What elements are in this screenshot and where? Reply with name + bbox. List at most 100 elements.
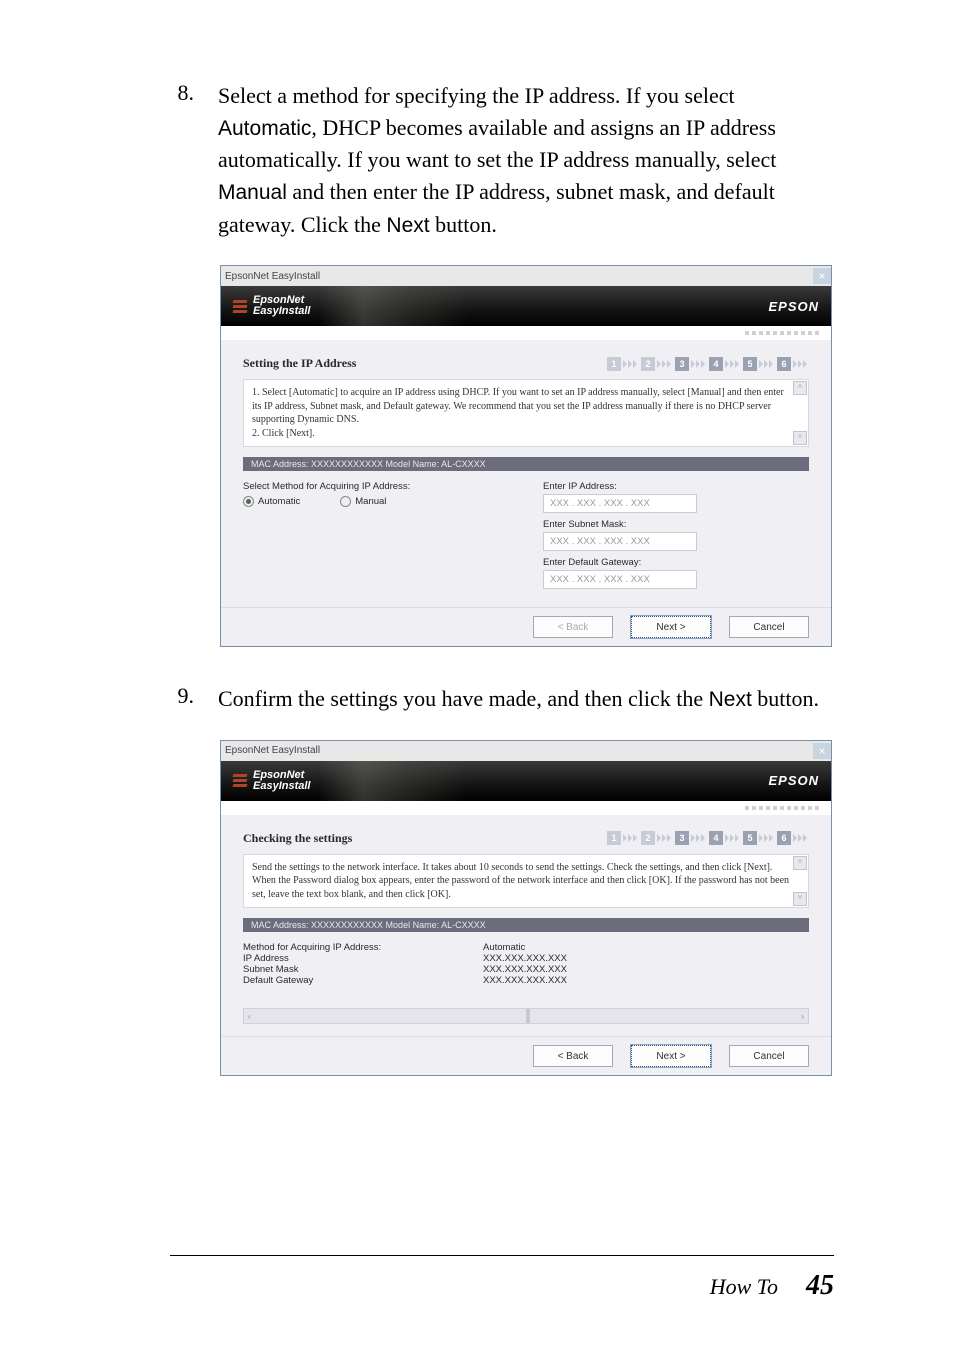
scroll-right-icon[interactable]: ›: [801, 1012, 804, 1021]
dialog2-titlebar: EpsonNet EasyInstall ×: [221, 741, 831, 761]
summary-row: Method for Acquiring IP Address:Automati…: [243, 942, 809, 953]
footer-section: How To: [710, 1274, 778, 1300]
page-footer: How To 45: [710, 1270, 834, 1302]
step-indicator-2: 2: [641, 357, 655, 371]
step-indicator-6: 6: [777, 831, 791, 845]
summary-key: IP Address: [243, 953, 483, 964]
mac-model-bar: MAC Address: XXXXXXXXXXXX Model Name: AL…: [243, 457, 809, 471]
step-strip: 123456: [607, 831, 809, 845]
next-button[interactable]: Next >: [631, 1045, 711, 1067]
back-button-label: < Back: [558, 1051, 589, 1062]
dialog2-instructions: Send the settings to the network interfa…: [252, 861, 790, 902]
brand-label: EPSON: [768, 773, 819, 788]
radio-manual-icon: [340, 496, 351, 507]
footer-divider: [170, 1255, 834, 1256]
chevron-right-icon: [759, 834, 773, 842]
dots-divider: [221, 801, 831, 815]
dialog1-titlebar: EpsonNet EasyInstall ×: [221, 266, 831, 286]
epsonnet-logo-icon: [233, 774, 247, 787]
cancel-button[interactable]: Cancel: [729, 616, 809, 638]
scroll-left-icon[interactable]: ‹: [248, 1012, 251, 1021]
acquire-method-label: Select Method for Acquiring IP Address:: [243, 481, 503, 492]
scroll-up-icon[interactable]: ˄: [793, 856, 807, 870]
ip-field-label-0: Enter IP Address:: [543, 481, 809, 492]
banner-line1: EpsonNet: [253, 770, 310, 781]
brand-label: EPSON: [768, 299, 819, 314]
dialog1-title: EpsonNet EasyInstall: [225, 271, 320, 282]
epsonnet-logo-icon: [233, 300, 247, 313]
step-indicator-1: 1: [607, 357, 621, 371]
ip-field-input-0[interactable]: XXX . XXX . XXX . XXX: [543, 494, 697, 513]
scroll-down-icon[interactable]: ˅: [793, 892, 807, 906]
scroll-up-icon[interactable]: ˄: [793, 381, 807, 395]
step-8: 8. Select a method for specifying the IP…: [170, 80, 834, 241]
horizontal-scrollbar[interactable]: ‹ ›: [243, 1008, 809, 1024]
chevron-right-icon: [623, 360, 637, 368]
summary-value: Automatic: [483, 942, 525, 953]
dialog-ip-address: EpsonNet EasyInstall × EpsonNet EasyInst…: [220, 265, 832, 647]
instruction-text: ˄ 1. Select [Automatic] to acquire an IP…: [243, 379, 809, 447]
summary-value: XXX.XXX.XXX.XXX: [483, 975, 567, 986]
close-icon[interactable]: ×: [813, 268, 831, 284]
step-indicator-3: 3: [675, 831, 689, 845]
dialog2-title: EpsonNet EasyInstall: [225, 745, 320, 756]
back-button[interactable]: < Back: [533, 616, 613, 638]
summary-value: XXX.XXX.XXX.XXX: [483, 964, 567, 975]
step-indicator-4: 4: [709, 357, 723, 371]
cancel-button[interactable]: Cancel: [729, 1045, 809, 1067]
cancel-button-label: Cancel: [753, 1051, 784, 1062]
step-9-number: 9.: [170, 683, 194, 715]
ip-field-label-2: Enter Default Gateway:: [543, 557, 809, 568]
next-button-label: Next >: [656, 1051, 685, 1062]
summary-row: Subnet MaskXXX.XXX.XXX.XXX: [243, 964, 809, 975]
summary-key: Subnet Mask: [243, 964, 483, 975]
step-strip: 1 2 3 4 5 6: [607, 357, 809, 371]
chevron-right-icon: [725, 834, 739, 842]
dialog-check-settings: EpsonNet EasyInstall × EpsonNet EasyInst…: [220, 740, 832, 1077]
summary-value: XXX.XXX.XXX.XXX: [483, 953, 567, 964]
step-9-text: Confirm the settings you have made, and …: [218, 683, 819, 715]
step-indicator-4: 4: [709, 831, 723, 845]
back-button[interactable]: < Back: [533, 1045, 613, 1067]
chevron-right-icon: [657, 834, 671, 842]
dialog2-banner: EpsonNet EasyInstall EPSON: [221, 761, 831, 801]
banner-line2: EasyInstall: [253, 781, 310, 792]
chevron-right-icon: [623, 834, 637, 842]
banner-line2: EasyInstall: [253, 306, 310, 317]
radio-automatic[interactable]: Automatic: [243, 496, 300, 507]
dialog1-banner: EpsonNet EasyInstall EPSON: [221, 286, 831, 326]
summary-row: IP AddressXXX.XXX.XXX.XXX: [243, 953, 809, 964]
dialog1-instructions: 1. Select [Automatic] to acquire an IP a…: [252, 386, 790, 440]
banner-decorative-image: [318, 761, 468, 801]
dialog2-section-title: Checking the settings: [243, 831, 352, 846]
step-indicator-3: 3: [675, 357, 689, 371]
dialog1-section-title: Setting the IP Address: [243, 356, 356, 371]
summary-key: Default Gateway: [243, 975, 483, 986]
instruction-text: ˄ Send the settings to the network inter…: [243, 854, 809, 909]
next-button-label: Next >: [656, 622, 685, 633]
step-indicator-1: 1: [607, 831, 621, 845]
scroll-down-icon[interactable]: ˅: [793, 431, 807, 445]
step-indicator-5: 5: [743, 831, 757, 845]
radio-manual[interactable]: Manual: [340, 496, 386, 507]
summary-key: Method for Acquiring IP Address:: [243, 942, 483, 953]
close-icon[interactable]: ×: [813, 743, 831, 759]
ip-field-label-1: Enter Subnet Mask:: [543, 519, 809, 530]
chevron-right-icon: [691, 834, 705, 842]
summary-row: Default GatewayXXX.XXX.XXX.XXX: [243, 975, 809, 986]
ip-field-input-2[interactable]: XXX . XXX . XXX . XXX: [543, 570, 697, 589]
step-8-number: 8.: [170, 80, 194, 241]
banner-decorative-image: [318, 286, 468, 326]
mac-model-bar: MAC Address: XXXXXXXXXXXX Model Name: AL…: [243, 918, 809, 932]
ip-field-input-1[interactable]: XXX . XXX . XXX . XXX: [543, 532, 697, 551]
radio-manual-label: Manual: [355, 496, 386, 507]
chevron-right-icon: [691, 360, 705, 368]
radio-automatic-icon: [243, 496, 254, 507]
step-indicator-5: 5: [743, 357, 757, 371]
cancel-button-label: Cancel: [753, 622, 784, 633]
next-button[interactable]: Next >: [631, 616, 711, 638]
step-indicator-6: 6: [777, 357, 791, 371]
chevron-right-icon: [793, 834, 807, 842]
dots-divider: [221, 326, 831, 340]
chevron-right-icon: [759, 360, 773, 368]
